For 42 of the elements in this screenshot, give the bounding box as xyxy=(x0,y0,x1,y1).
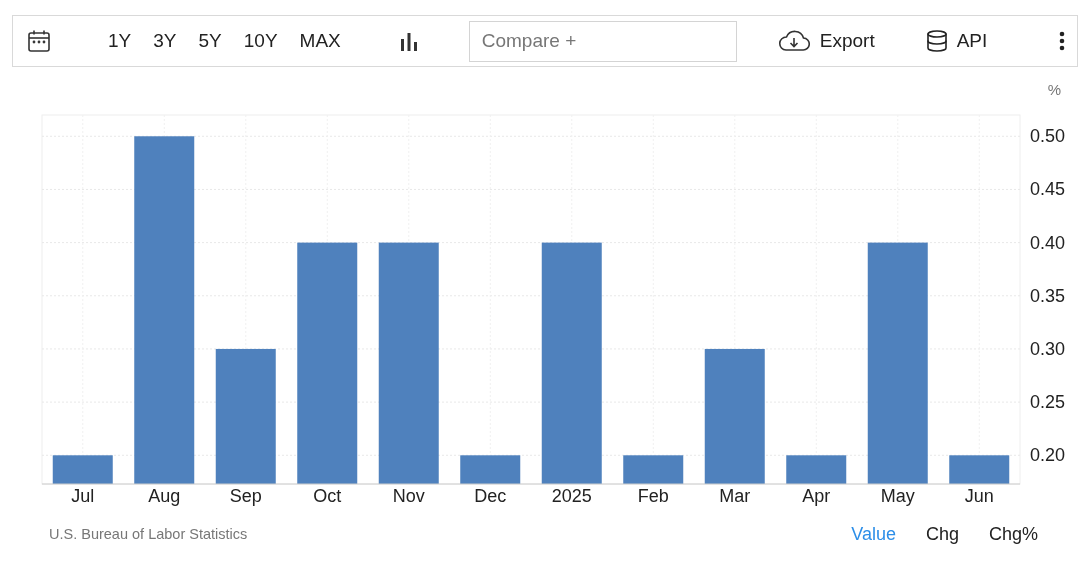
x-tick-label: Jul xyxy=(71,486,95,506)
compare-field[interactable]: Compare + xyxy=(468,20,737,62)
unit-label: % xyxy=(1047,81,1061,98)
x-tick-label: 2025 xyxy=(551,486,592,506)
y-tick-label: 0.20 xyxy=(1030,445,1066,466)
bar xyxy=(460,455,521,484)
x-tick-label: May xyxy=(880,486,915,506)
y-tick-label: 0.50 xyxy=(1030,126,1066,147)
mode-tab[interactable]: Chg% xyxy=(988,521,1038,548)
bar xyxy=(786,455,847,484)
x-tick-label: Aug xyxy=(148,486,181,506)
api-button[interactable]: API xyxy=(924,26,988,56)
mode-tab[interactable]: Chg xyxy=(925,521,959,548)
more-button[interactable] xyxy=(1059,31,1065,51)
calendar-icon[interactable] xyxy=(27,29,51,53)
x-tick-label: Apr xyxy=(802,486,831,506)
x-tick-label: Dec xyxy=(474,486,507,506)
x-tick-label: Feb xyxy=(637,486,669,506)
x-tick-label: Nov xyxy=(392,486,425,506)
y-tick-label: 0.25 xyxy=(1030,392,1066,413)
range-button[interactable]: 5Y xyxy=(198,26,222,56)
more-icon xyxy=(1059,31,1065,51)
range-button[interactable]: 1Y xyxy=(108,26,132,56)
source-text: U.S. Bureau of Labor Statistics xyxy=(49,524,248,544)
database-icon xyxy=(924,29,949,53)
x-tick-label: Oct xyxy=(313,486,342,506)
y-tick-label: 0.45 xyxy=(1030,179,1066,200)
cloud-download-icon[interactable] xyxy=(777,29,810,53)
x-tick-label: Sep xyxy=(229,486,262,506)
range-button[interactable]: 10Y xyxy=(243,26,278,56)
export-button[interactable]: Export xyxy=(777,26,875,56)
bar xyxy=(623,455,684,484)
y-tick-label: 0.40 xyxy=(1030,232,1066,253)
range-button[interactable]: 3Y xyxy=(153,26,177,56)
bar-chart-icon[interactable] xyxy=(398,31,419,51)
bar xyxy=(949,455,1010,484)
y-tick-label: 0.30 xyxy=(1030,338,1066,359)
x-tick-label: Mar xyxy=(719,486,751,506)
y-tick-label: 0.35 xyxy=(1030,285,1066,306)
bar xyxy=(52,455,113,484)
x-tick-label: Jun xyxy=(964,486,994,506)
range-button[interactable]: MAX xyxy=(299,26,341,56)
